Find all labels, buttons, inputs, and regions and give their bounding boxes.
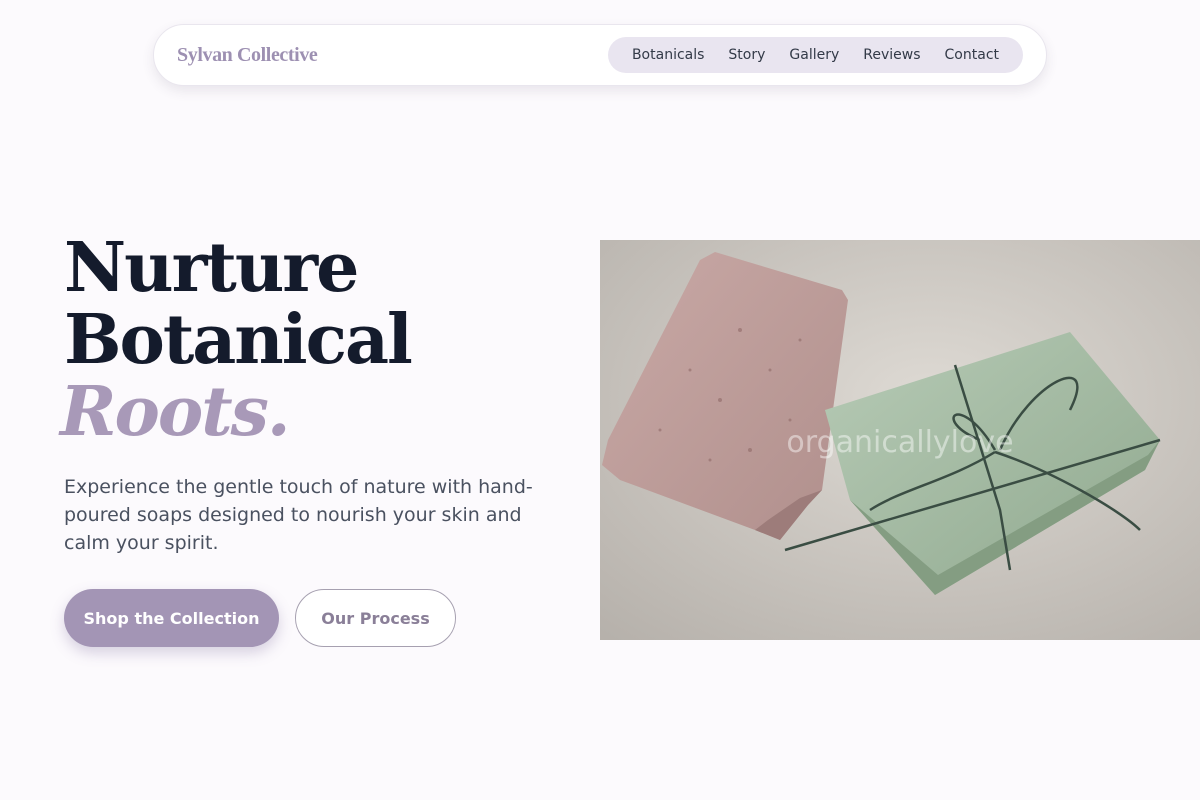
- nav-link-reviews[interactable]: Reviews: [863, 47, 920, 63]
- shop-collection-button[interactable]: Shop the Collection: [64, 589, 279, 647]
- top-navigation: Sylvan Collective Botanicals Story Galle…: [153, 24, 1047, 86]
- nav-link-gallery[interactable]: Gallery: [789, 47, 839, 63]
- brand-logo[interactable]: Sylvan Collective: [177, 44, 318, 67]
- nav-link-botanicals[interactable]: Botanicals: [632, 47, 704, 63]
- our-process-button[interactable]: Our Process: [295, 589, 456, 647]
- nav-link-story[interactable]: Story: [728, 47, 765, 63]
- hero-title-line-1: Nurture: [64, 228, 359, 308]
- hero-title: Nurture Botanical Roots.: [60, 228, 413, 448]
- hero-description: Experience the gentle touch of nature wi…: [64, 476, 533, 554]
- hero-product-image: [600, 240, 1200, 640]
- nav-links: Botanicals Story Gallery Reviews Contact: [607, 37, 1023, 73]
- hero-title-accent: Roots.: [60, 372, 291, 452]
- nav-link-contact[interactable]: Contact: [945, 47, 999, 63]
- hero-title-line-2: Botanical: [64, 300, 413, 380]
- soap-bars-illustration: [600, 240, 1200, 640]
